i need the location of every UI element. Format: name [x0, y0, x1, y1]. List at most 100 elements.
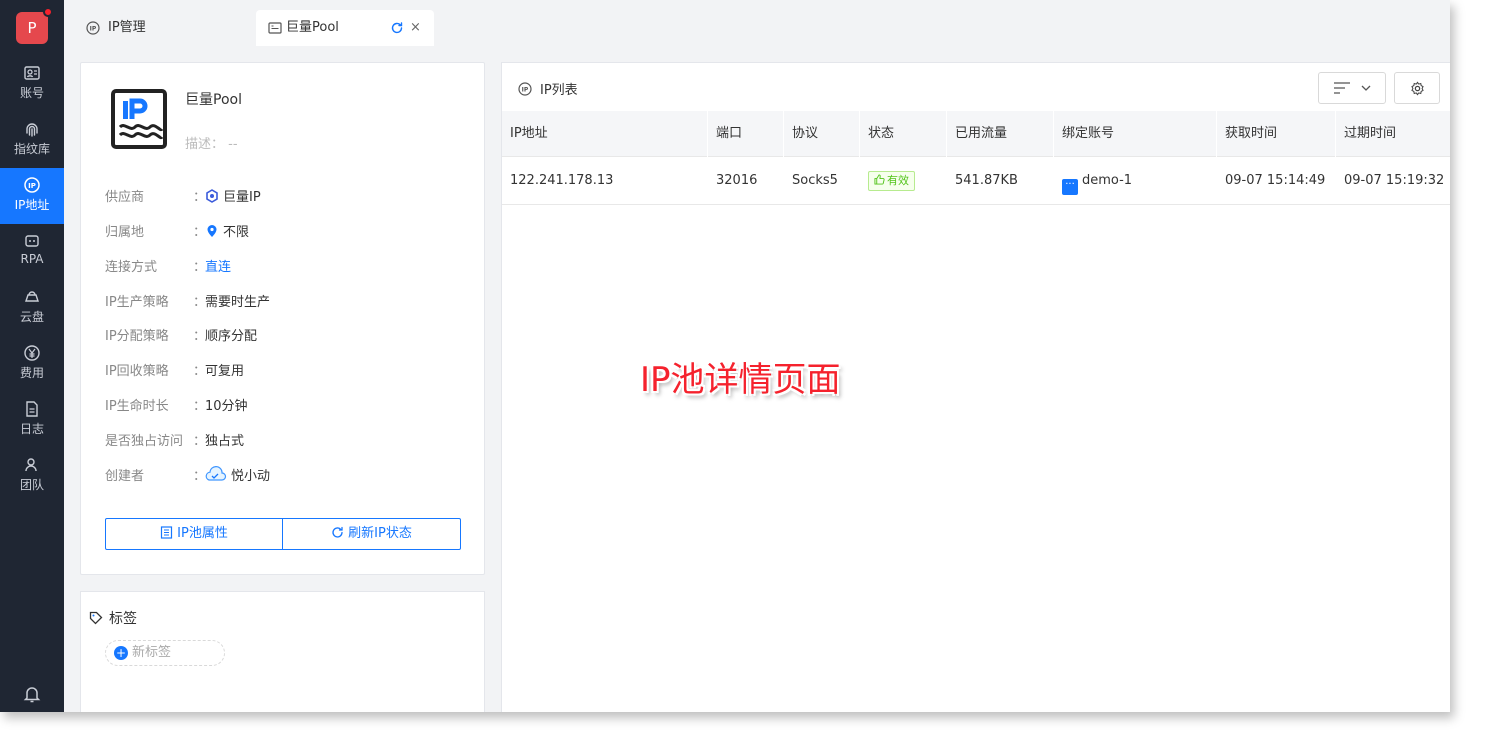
left-nav: P 账号 指纹库 IP IP地址 RPA 云盘 费用 日志 团队 [0, 0, 64, 712]
nav-label: 团队 [19, 478, 44, 492]
refresh-ip-status-button[interactable]: 刷新IP状态 [283, 519, 460, 549]
app-logo[interactable]: P [16, 7, 53, 44]
tags-title: 标签 [89, 608, 137, 628]
nav-item-accounts[interactable]: 账号 [0, 56, 64, 112]
prop-value: 不限 [223, 225, 250, 240]
nav-item-team[interactable]: 团队 [0, 448, 64, 504]
action-buttons: IP池属性 刷新IP状态 [105, 518, 461, 550]
app-window: P 账号 指纹库 IP IP地址 RPA 云盘 费用 日志 团队 IP IP管理… [0, 0, 1450, 712]
prop-value-wrap: 巨量IP [205, 186, 261, 205]
settings-button[interactable] [1394, 72, 1440, 104]
prop-creator: 创建者 ： 悦小动 [105, 465, 465, 485]
document-icon [26, 401, 38, 417]
ip-icon: IP [518, 82, 532, 96]
button-label: 刷新IP状态 [348, 526, 412, 541]
column-header[interactable]: 获取时间 [1217, 111, 1336, 157]
location-pin-icon [207, 225, 217, 237]
cell-acquired-time: 09-07 15:14:49 [1225, 173, 1326, 188]
gear-icon [1411, 81, 1424, 96]
column-header[interactable]: 过期时间 [1336, 111, 1450, 157]
nav-item-logs[interactable]: 日志 [0, 392, 64, 448]
logo-letter: P [27, 19, 37, 37]
tab-label: 巨量Pool [286, 20, 339, 35]
ip-list-title-text: IP列表 [540, 83, 578, 98]
column-header[interactable]: IP地址 [502, 111, 708, 157]
prop-value: 巨量IP [223, 190, 261, 205]
plus-icon: + [114, 646, 128, 660]
close-tab-icon[interactable]: × [410, 10, 421, 46]
yen-icon [24, 345, 40, 361]
new-tag-button[interactable]: + 新标签 [105, 640, 225, 666]
user-avatar-icon [205, 466, 227, 481]
svg-text:IP: IP [522, 87, 529, 94]
nav-label: RPA [20, 252, 44, 266]
column-header[interactable]: 状态 [860, 111, 947, 157]
bell-icon[interactable] [22, 684, 42, 704]
table-row[interactable]: 122.241.178.13 32016 Socks5 有效 541.87KB … [502, 157, 1450, 205]
prop-value: 独占式 [205, 434, 245, 449]
refresh-icon[interactable] [390, 21, 404, 35]
prop-value: 需要时生产 [205, 295, 271, 310]
prop-key: 归属地 [105, 225, 145, 240]
status-badge: 有效 [868, 170, 915, 191]
tab-ip-management[interactable]: IP IP管理 [86, 10, 256, 46]
nav-label: IP地址 [14, 198, 50, 212]
prop-connection: 连接方式 ： 直连 [105, 256, 465, 276]
tags-panel: 标签 + 新标签 [80, 591, 485, 712]
prop-value: 悦小动 [231, 469, 271, 484]
nav-item-billing[interactable]: 费用 [0, 336, 64, 392]
fingerprint-icon [26, 123, 38, 137]
column-header[interactable]: 协议 [784, 111, 860, 157]
ip-icon: IP [86, 21, 100, 35]
tags-title-text: 标签 [109, 611, 137, 627]
prop-recycle-policy: IP回收策略 ： 可复用 [105, 360, 465, 380]
tab-bar: IP IP管理 巨量Pool × [64, 0, 1450, 46]
new-tag-label: 新标签 [132, 645, 172, 660]
prop-lifetime: IP生命时长 ： 10分钟 [105, 395, 465, 415]
column-header[interactable]: 端口 [708, 111, 784, 157]
svg-text:IP: IP [90, 26, 97, 33]
tag-icon [89, 611, 103, 625]
prop-key: IP分配策略 [105, 329, 169, 344]
nav-label: 日志 [19, 422, 44, 436]
nav-label: 指纹库 [13, 142, 50, 156]
table-header: IP地址 端口 协议 状态 已用流量 绑定账号 获取时间 过期时间 [502, 111, 1450, 157]
prop-allocation-policy: IP分配策略 ： 顺序分配 [105, 325, 465, 345]
account-name: demo-1 [1082, 173, 1133, 188]
cell-status: 有效 [860, 157, 915, 205]
prop-key: 创建者 [105, 469, 145, 484]
tab-pool-detail[interactable]: 巨量Pool × [256, 10, 434, 46]
prop-key: IP生产策略 [105, 295, 169, 310]
connection-mode-link[interactable]: 直连 [205, 256, 231, 275]
nav-label: 费用 [19, 366, 44, 380]
list-doc-icon [161, 526, 173, 539]
prop-value: 顺序分配 [205, 329, 258, 344]
prop-key: 供应商 [105, 190, 145, 205]
prop-value: 可复用 [205, 364, 245, 379]
nav-label: 云盘 [19, 310, 44, 324]
cell-port: 32016 [716, 173, 758, 188]
nav-item-fingerprints[interactable]: 指纹库 [0, 112, 64, 168]
column-header[interactable]: 绑定账号 [1054, 111, 1217, 157]
id-card-icon [24, 66, 40, 80]
prop-key: IP回收策略 [105, 364, 169, 379]
ip-list-title: IP IP列表 [518, 79, 578, 98]
nav-item-cloud-drive[interactable]: 云盘 [0, 280, 64, 336]
status-text: 有效 [887, 173, 909, 187]
ip-icon: IP [24, 177, 40, 193]
account-icon: ··· [1062, 179, 1078, 195]
column-header[interactable]: 已用流量 [947, 111, 1054, 157]
nav-item-rpa[interactable]: RPA [0, 224, 64, 280]
pool-properties-button[interactable]: IP池属性 [106, 519, 283, 549]
tab-label: IP管理 [108, 20, 146, 35]
refresh-icon [332, 526, 343, 538]
nav-item-ip-address[interactable]: IP IP地址 [0, 168, 64, 224]
chevron-down-icon [1361, 85, 1371, 91]
cell-account[interactable]: ··· demo-1 [1054, 157, 1132, 205]
cell-traffic: 541.87KB [955, 173, 1018, 188]
robot-icon [25, 235, 39, 247]
cell-protocol: Socks5 [792, 173, 838, 188]
prop-key: 连接方式 [105, 260, 158, 275]
sort-dropdown[interactable] [1318, 72, 1386, 104]
cell-ip: 122.241.178.13 [510, 173, 614, 188]
